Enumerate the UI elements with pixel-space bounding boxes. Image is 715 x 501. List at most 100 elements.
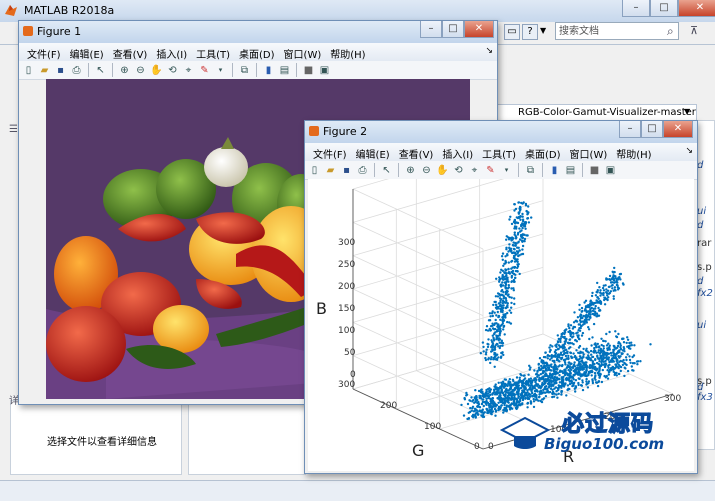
- scatter-point: [549, 348, 552, 352]
- scatter-point: [522, 374, 525, 377]
- scatter-point: [502, 328, 505, 331]
- dock-icon[interactable]: ↘: [685, 146, 693, 156]
- rotate-3d-icon[interactable]: ⟲: [166, 64, 179, 77]
- new-figure-icon[interactable]: ▯: [308, 164, 321, 177]
- menu-desktop[interactable]: 桌面(D): [235, 43, 280, 61]
- data-cursor-icon[interactable]: ⌖: [468, 164, 481, 177]
- menu-window[interactable]: 窗口(W): [566, 143, 613, 161]
- zoom-out-icon[interactable]: ⊖: [134, 64, 147, 77]
- scatter-point: [567, 347, 571, 350]
- menu-help[interactable]: 帮助(H): [326, 43, 370, 61]
- new-figure-icon[interactable]: ▯: [22, 64, 35, 77]
- pan-icon[interactable]: ✋: [150, 64, 163, 77]
- figure-2-titlebar[interactable]: Figure 2 – □ ✕: [305, 121, 697, 143]
- legend-icon[interactable]: ▤: [278, 64, 291, 77]
- data-cursor-icon[interactable]: ⌖: [182, 64, 195, 77]
- maximize-button[interactable]: □: [650, 0, 678, 17]
- colorbar-icon[interactable]: ▮: [548, 164, 561, 177]
- close-button[interactable]: ✕: [678, 0, 715, 17]
- toolstrip-collapse-icon[interactable]: ⊼: [690, 24, 698, 37]
- scatter-point: [559, 340, 562, 344]
- menu-view[interactable]: 查看(V): [395, 143, 439, 161]
- scatter-point: [508, 309, 511, 312]
- zoom-out-icon[interactable]: ⊖: [420, 164, 433, 177]
- menu-desktop[interactable]: 桌面(D): [521, 143, 566, 161]
- x-tick-label: 0: [488, 442, 494, 452]
- zoom-in-icon[interactable]: ⊕: [404, 164, 417, 177]
- pointer-icon[interactable]: ↖: [94, 64, 107, 77]
- scatter-point: [514, 386, 518, 390]
- dock-icon[interactable]: ↘: [485, 46, 493, 56]
- menu-view[interactable]: 查看(V): [109, 43, 153, 61]
- figure-1-maximize-button[interactable]: □: [442, 21, 464, 38]
- menu-file[interactable]: 文件(F): [309, 143, 352, 161]
- pointer-icon[interactable]: ↖: [380, 164, 393, 177]
- brush-dropdown-icon[interactable]: ▾: [214, 64, 227, 77]
- help-dropdown-icon[interactable]: ▼: [540, 26, 546, 35]
- scatter-point: [526, 394, 529, 397]
- scatter-point: [589, 357, 592, 360]
- scatter-point: [502, 385, 505, 388]
- print-icon[interactable]: ⎙: [356, 164, 369, 177]
- scatter-point: [570, 382, 574, 385]
- figure-1-titlebar[interactable]: Figure 1 – □ ✕: [19, 21, 497, 43]
- show-plot-tools-icon[interactable]: ▣: [604, 164, 617, 177]
- scatter-point: [502, 325, 505, 329]
- search-docs-input[interactable]: 搜索文档: [555, 22, 679, 40]
- scatter-point: [597, 297, 600, 300]
- scatter-point: [578, 329, 582, 332]
- scatter-point: [579, 324, 583, 328]
- menu-tools[interactable]: 工具(T): [192, 43, 235, 61]
- scatter-point: [543, 380, 547, 383]
- scatter-point: [519, 215, 522, 218]
- hide-plot-tools-icon[interactable]: ■: [588, 164, 601, 177]
- open-file-icon[interactable]: ▰: [324, 164, 337, 177]
- menu-insert[interactable]: 插入(I): [438, 143, 478, 161]
- figure-2-maximize-button[interactable]: □: [641, 121, 663, 138]
- hide-plot-tools-icon[interactable]: ■: [302, 64, 315, 77]
- search-icon[interactable]: ⌕: [667, 24, 674, 39]
- brush-dropdown-icon[interactable]: ▾: [500, 164, 513, 177]
- open-file-icon[interactable]: ▰: [38, 64, 51, 77]
- menu-edit[interactable]: 编辑(E): [352, 143, 395, 161]
- scatter-point: [540, 364, 543, 368]
- scatter-point: [492, 303, 495, 307]
- layout-icon[interactable]: ▭: [504, 24, 520, 40]
- pan-icon[interactable]: ✋: [436, 164, 449, 177]
- scatter-point: [465, 391, 468, 395]
- scatter-point: [504, 296, 507, 300]
- scatter-point: [489, 358, 493, 361]
- path-dropdown-icon[interactable]: ▼: [684, 107, 690, 116]
- menu-tools[interactable]: 工具(T): [478, 143, 521, 161]
- menu-insert[interactable]: 插入(I): [152, 43, 192, 61]
- menu-window[interactable]: 窗口(W): [280, 43, 327, 61]
- figure-1-close-button[interactable]: ✕: [464, 21, 494, 38]
- figure-1-minimize-button[interactable]: –: [420, 21, 442, 38]
- help-icon[interactable]: ?: [522, 24, 538, 40]
- figure-2-minimize-button[interactable]: –: [619, 121, 641, 138]
- menu-help[interactable]: 帮助(H): [612, 143, 656, 161]
- print-icon[interactable]: ⎙: [70, 64, 83, 77]
- minimize-button[interactable]: –: [622, 0, 650, 17]
- scatter-point: [624, 356, 628, 359]
- legend-icon[interactable]: ▤: [564, 164, 577, 177]
- scatter-point: [613, 286, 617, 289]
- save-icon[interactable]: ▪: [340, 164, 353, 177]
- brush-icon[interactable]: ✎: [198, 64, 211, 77]
- scatter-point: [567, 323, 570, 326]
- menu-edit[interactable]: 编辑(E): [66, 43, 109, 61]
- figure-2-close-button[interactable]: ✕: [663, 121, 693, 138]
- rotate-3d-icon[interactable]: ⟲: [452, 164, 465, 177]
- link-plot-icon[interactable]: ⧉: [524, 164, 537, 177]
- zoom-in-icon[interactable]: ⊕: [118, 64, 131, 77]
- y-tick-label: 100: [424, 422, 442, 432]
- brush-icon[interactable]: ✎: [484, 164, 497, 177]
- show-plot-tools-icon[interactable]: ▣: [318, 64, 331, 77]
- scatter-point: [569, 324, 573, 327]
- link-plot-icon[interactable]: ⧉: [238, 64, 251, 77]
- colorbar-icon[interactable]: ▮: [262, 64, 275, 77]
- save-icon[interactable]: ▪: [54, 64, 67, 77]
- scatter-point: [594, 358, 597, 362]
- menu-file[interactable]: 文件(F): [23, 43, 66, 61]
- scatter-point: [633, 362, 636, 365]
